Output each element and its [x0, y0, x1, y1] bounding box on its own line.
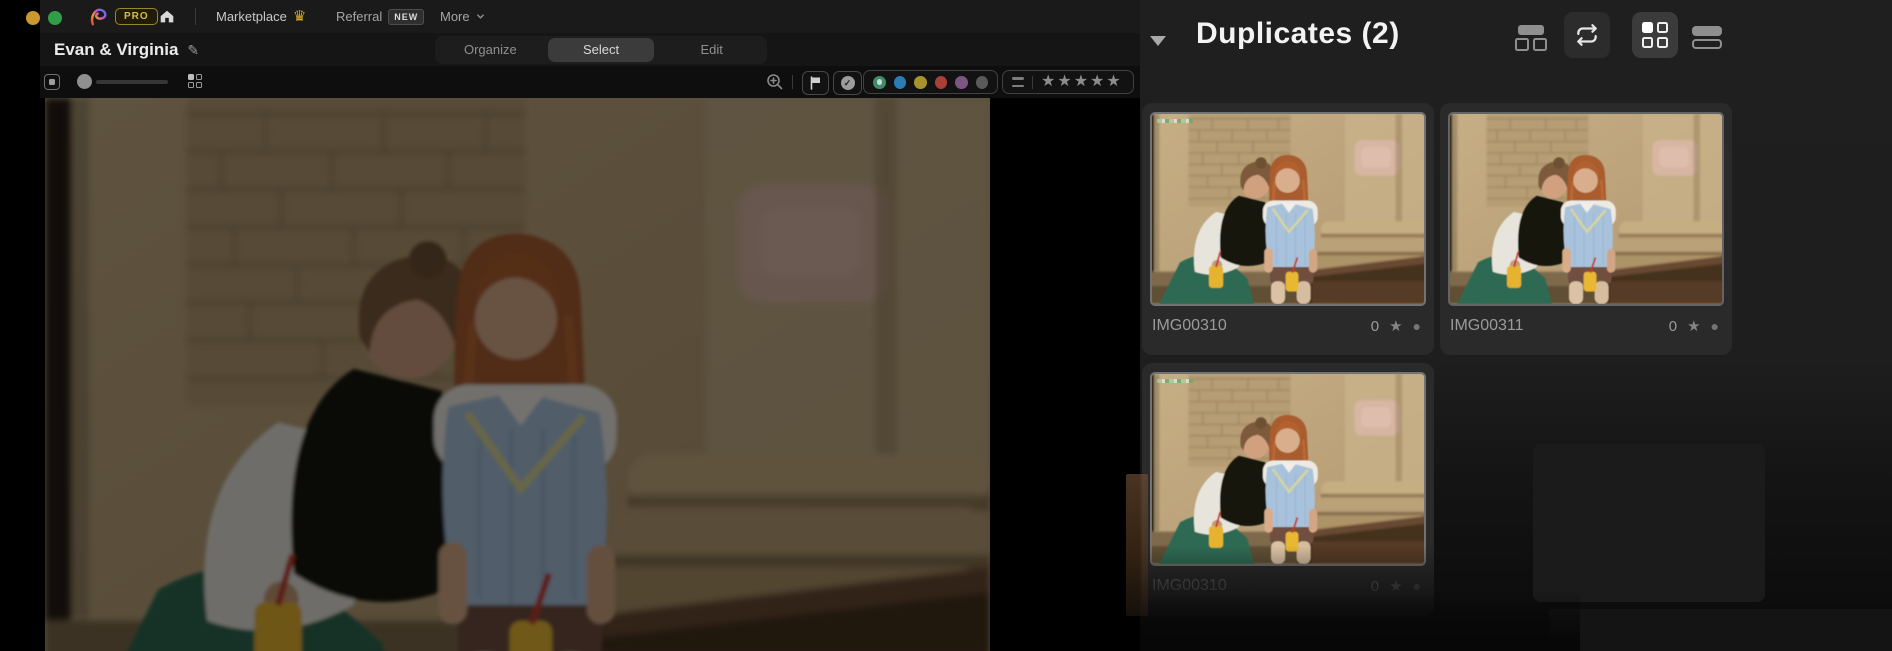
card-fade-overlay: [1142, 546, 1434, 618]
star-icon[interactable]: ★: [1687, 319, 1700, 334]
zoom-slider-knob[interactable]: [77, 74, 92, 89]
photo-peek-sliver: [1126, 474, 1148, 616]
thumbnail-size-icon[interactable]: [44, 74, 60, 90]
background-panel-remnant: [1533, 444, 1765, 602]
star-rating-filter: ★ ★ ★ ★ ★: [1002, 70, 1134, 94]
color-label-gray[interactable]: [975, 75, 988, 89]
thumbnail-img00310[interactable]: [1150, 112, 1426, 306]
exif-text-overlay: [1157, 379, 1193, 383]
nav-more[interactable]: More: [440, 0, 485, 33]
tab-select[interactable]: Select: [547, 38, 655, 62]
thumbnail-image: [1150, 114, 1426, 304]
tab-organize[interactable]: Organize: [437, 38, 544, 62]
project-title-wrap: Evan & Virginia ✎: [54, 33, 199, 66]
duplicate-card: IMG00311 0 ★ ●: [1440, 103, 1732, 355]
list-view-icon[interactable]: [1690, 26, 1724, 49]
marketplace-label: Marketplace: [216, 9, 287, 24]
compact-view-icon[interactable]: [1515, 25, 1547, 51]
nav-marketplace[interactable]: Marketplace ♛: [216, 0, 306, 33]
color-label-red[interactable]: [934, 75, 947, 89]
panel-title: Duplicates (2): [1196, 17, 1400, 50]
check-circle-icon: ✓: [840, 76, 855, 90]
color-label-filter: [863, 70, 998, 94]
edit-title-icon[interactable]: ✎: [187, 43, 199, 57]
new-badge: NEW: [388, 8, 425, 25]
flag-filter-button[interactable]: [802, 71, 829, 95]
filter-toolbar: ✓ ★ ★ ★ ★ ★: [40, 66, 1140, 98]
thumbnail-image: [1448, 114, 1724, 304]
traffic-light-zoom[interactable]: [48, 11, 62, 25]
color-label-icon[interactable]: ●: [1413, 319, 1421, 333]
thumbnail-meta: 0 ★ ●: [1669, 318, 1719, 335]
topbar-divider: [195, 8, 196, 25]
color-label-blue[interactable]: [893, 75, 906, 89]
grid-view-icon[interactable]: [188, 74, 203, 89]
photo-dim-overlay: [45, 98, 990, 651]
app-window: PRO Marketplace ♛ Referral NEW More Evan…: [0, 0, 1892, 651]
aftershoot-logo[interactable]: [88, 5, 111, 28]
more-label: More: [440, 9, 470, 24]
color-label-yellow[interactable]: [914, 75, 927, 89]
filename-label: IMG00310: [1152, 317, 1227, 334]
project-title: Evan & Virginia: [54, 39, 179, 59]
thumbnail-img00310-group2[interactable]: [1150, 372, 1426, 566]
star-icon[interactable]: ★: [1041, 74, 1055, 90]
grid-icon: [1642, 22, 1668, 48]
thumbnail-caption: IMG00310 0 ★ ●: [1152, 311, 1421, 341]
rating-stars: ★ ★ ★ ★ ★: [1041, 74, 1121, 90]
color-label-purple[interactable]: [955, 75, 968, 89]
star-count: 0: [1370, 317, 1380, 335]
mode-tabs: Organize Select Edit: [435, 36, 767, 64]
traffic-light-minimize[interactable]: [26, 11, 40, 25]
thumbnail-meta: 0 ★ ●: [1371, 318, 1421, 335]
cycle-duplicates-button[interactable]: [1564, 12, 1610, 58]
collapse-chevron-icon[interactable]: [1150, 36, 1166, 46]
star-icon[interactable]: ★: [1106, 74, 1120, 90]
toolbar-divider: [792, 75, 793, 89]
rating-divider: [1032, 75, 1033, 89]
main-photo[interactable]: [45, 98, 990, 651]
rating-operator-icon[interactable]: [1012, 77, 1024, 87]
color-label-icon[interactable]: ●: [1711, 319, 1719, 333]
magnifier-zoom-icon[interactable]: [766, 73, 784, 91]
crown-icon: ♛: [292, 8, 307, 25]
star-icon[interactable]: ★: [1090, 74, 1104, 90]
star-icon[interactable]: ★: [1057, 74, 1071, 90]
star-count: 0: [1668, 317, 1678, 335]
repeat-icon: [1577, 24, 1597, 46]
flag-icon: [810, 76, 820, 90]
project-header: Evan & Virginia ✎ Organize Select Edit: [40, 33, 1140, 66]
thumbnail-caption: IMG00311 0 ★ ●: [1450, 311, 1719, 341]
color-label-green[interactable]: [873, 75, 886, 89]
duplicates-panel: Duplicates (2) IMG00310 0 ★ ● IMG00311 0…: [1140, 0, 1892, 651]
nav-referral[interactable]: Referral NEW: [336, 0, 425, 33]
top-bar-content: PRO Marketplace ♛ Referral NEW More: [40, 0, 1140, 33]
filename-label: IMG00311: [1450, 317, 1524, 334]
zoom-slider-track[interactable]: [96, 80, 168, 84]
duplicate-card: IMG00310 0 ★ ●: [1142, 363, 1434, 618]
star-icon[interactable]: ★: [1389, 319, 1402, 334]
chevron-down-icon: [476, 14, 484, 19]
grid-view-button-active[interactable]: [1632, 12, 1678, 58]
tab-edit[interactable]: Edit: [658, 38, 765, 62]
thumbnail-img00311[interactable]: [1448, 112, 1724, 306]
thumbnail-image: [1150, 374, 1426, 564]
home-icon[interactable]: [158, 8, 176, 26]
referral-label: Referral: [336, 9, 383, 24]
pro-badge: PRO: [115, 8, 158, 25]
exif-text-overlay: [1157, 119, 1193, 123]
duplicate-card: IMG00310 0 ★ ●: [1142, 103, 1434, 355]
star-icon[interactable]: ★: [1074, 74, 1088, 90]
picked-filter-button[interactable]: ✓: [833, 71, 862, 95]
background-strip-remnant: [1549, 609, 1892, 651]
